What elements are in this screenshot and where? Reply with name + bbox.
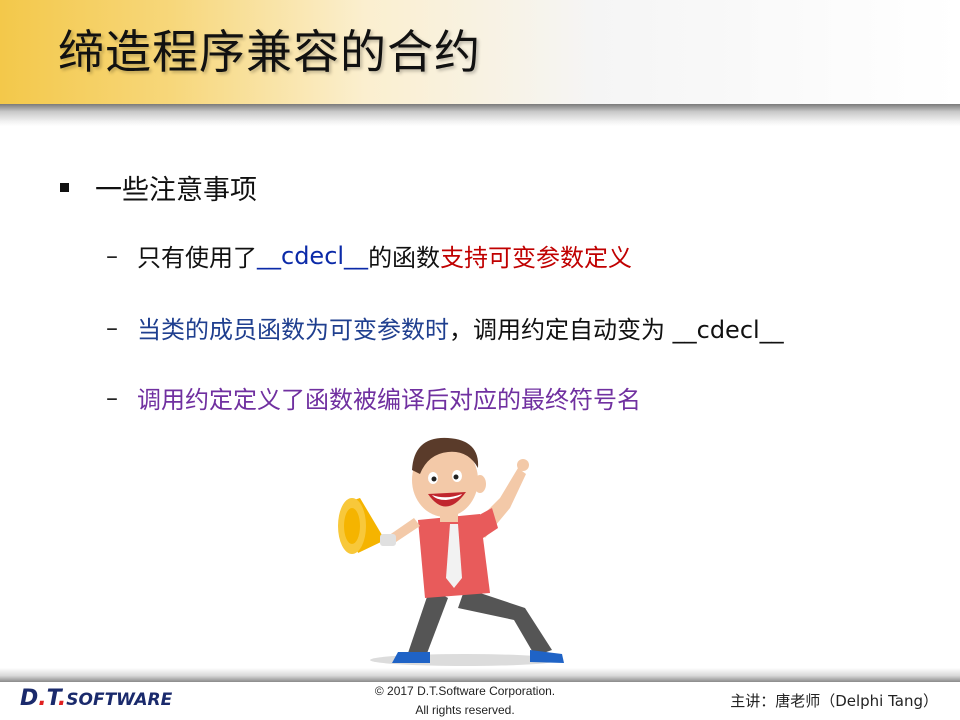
sub-item-3-text: 调用约定定义了函数被编译后对应的最终符号名: [137, 386, 641, 414]
copyright: © 2017 D.T.Software Corporation. All rig…: [320, 682, 610, 720]
dash-icon: –: [106, 241, 118, 270]
footer-divider: [0, 668, 960, 682]
square-bullet-icon: [60, 183, 69, 192]
main-bullet: 一些注意事项: [60, 168, 257, 207]
sub-item-1-highlight: 支持可变参数定义: [440, 244, 633, 272]
dash-icon: –: [106, 313, 118, 342]
sub-item-1-text-b: 的函数: [368, 244, 441, 272]
sub-item-2: – 当类的成员函数为可变参数时 ，调用约定自动变为 __cdecl__: [106, 310, 784, 345]
title-divider: [0, 104, 960, 126]
dt-software-logo: D.T.SOFTWARE: [20, 686, 173, 711]
sub-item-1-cdecl: __cdecl__: [257, 241, 369, 270]
presenter-credit: 主讲：唐老师（Delphi Tang）: [730, 692, 938, 710]
dash-icon: –: [106, 383, 118, 412]
main-bullet-text: 一些注意事项: [95, 175, 257, 206]
copyright-line-1: © 2017 D.T.Software Corporation.: [374, 684, 556, 698]
sub-item-2-text: ，调用约定自动变为 __cdecl__: [449, 316, 784, 344]
sub-item-1: – 只有使用了 __cdecl__ 的函数 支持可变参数定义: [106, 238, 632, 273]
sub-item-2-highlight: 当类的成员函数为可变参数时: [137, 316, 449, 344]
megaphone-man-illustration: [338, 437, 564, 666]
copyright-line-2: All rights reserved.: [415, 703, 515, 717]
sub-item-1-text-a: 只有使用了: [137, 244, 257, 272]
slide-title: 缔造程序兼容的合约: [58, 25, 481, 79]
sub-item-3: – 调用约定定义了函数被编译后对应的最终符号名: [106, 380, 641, 415]
